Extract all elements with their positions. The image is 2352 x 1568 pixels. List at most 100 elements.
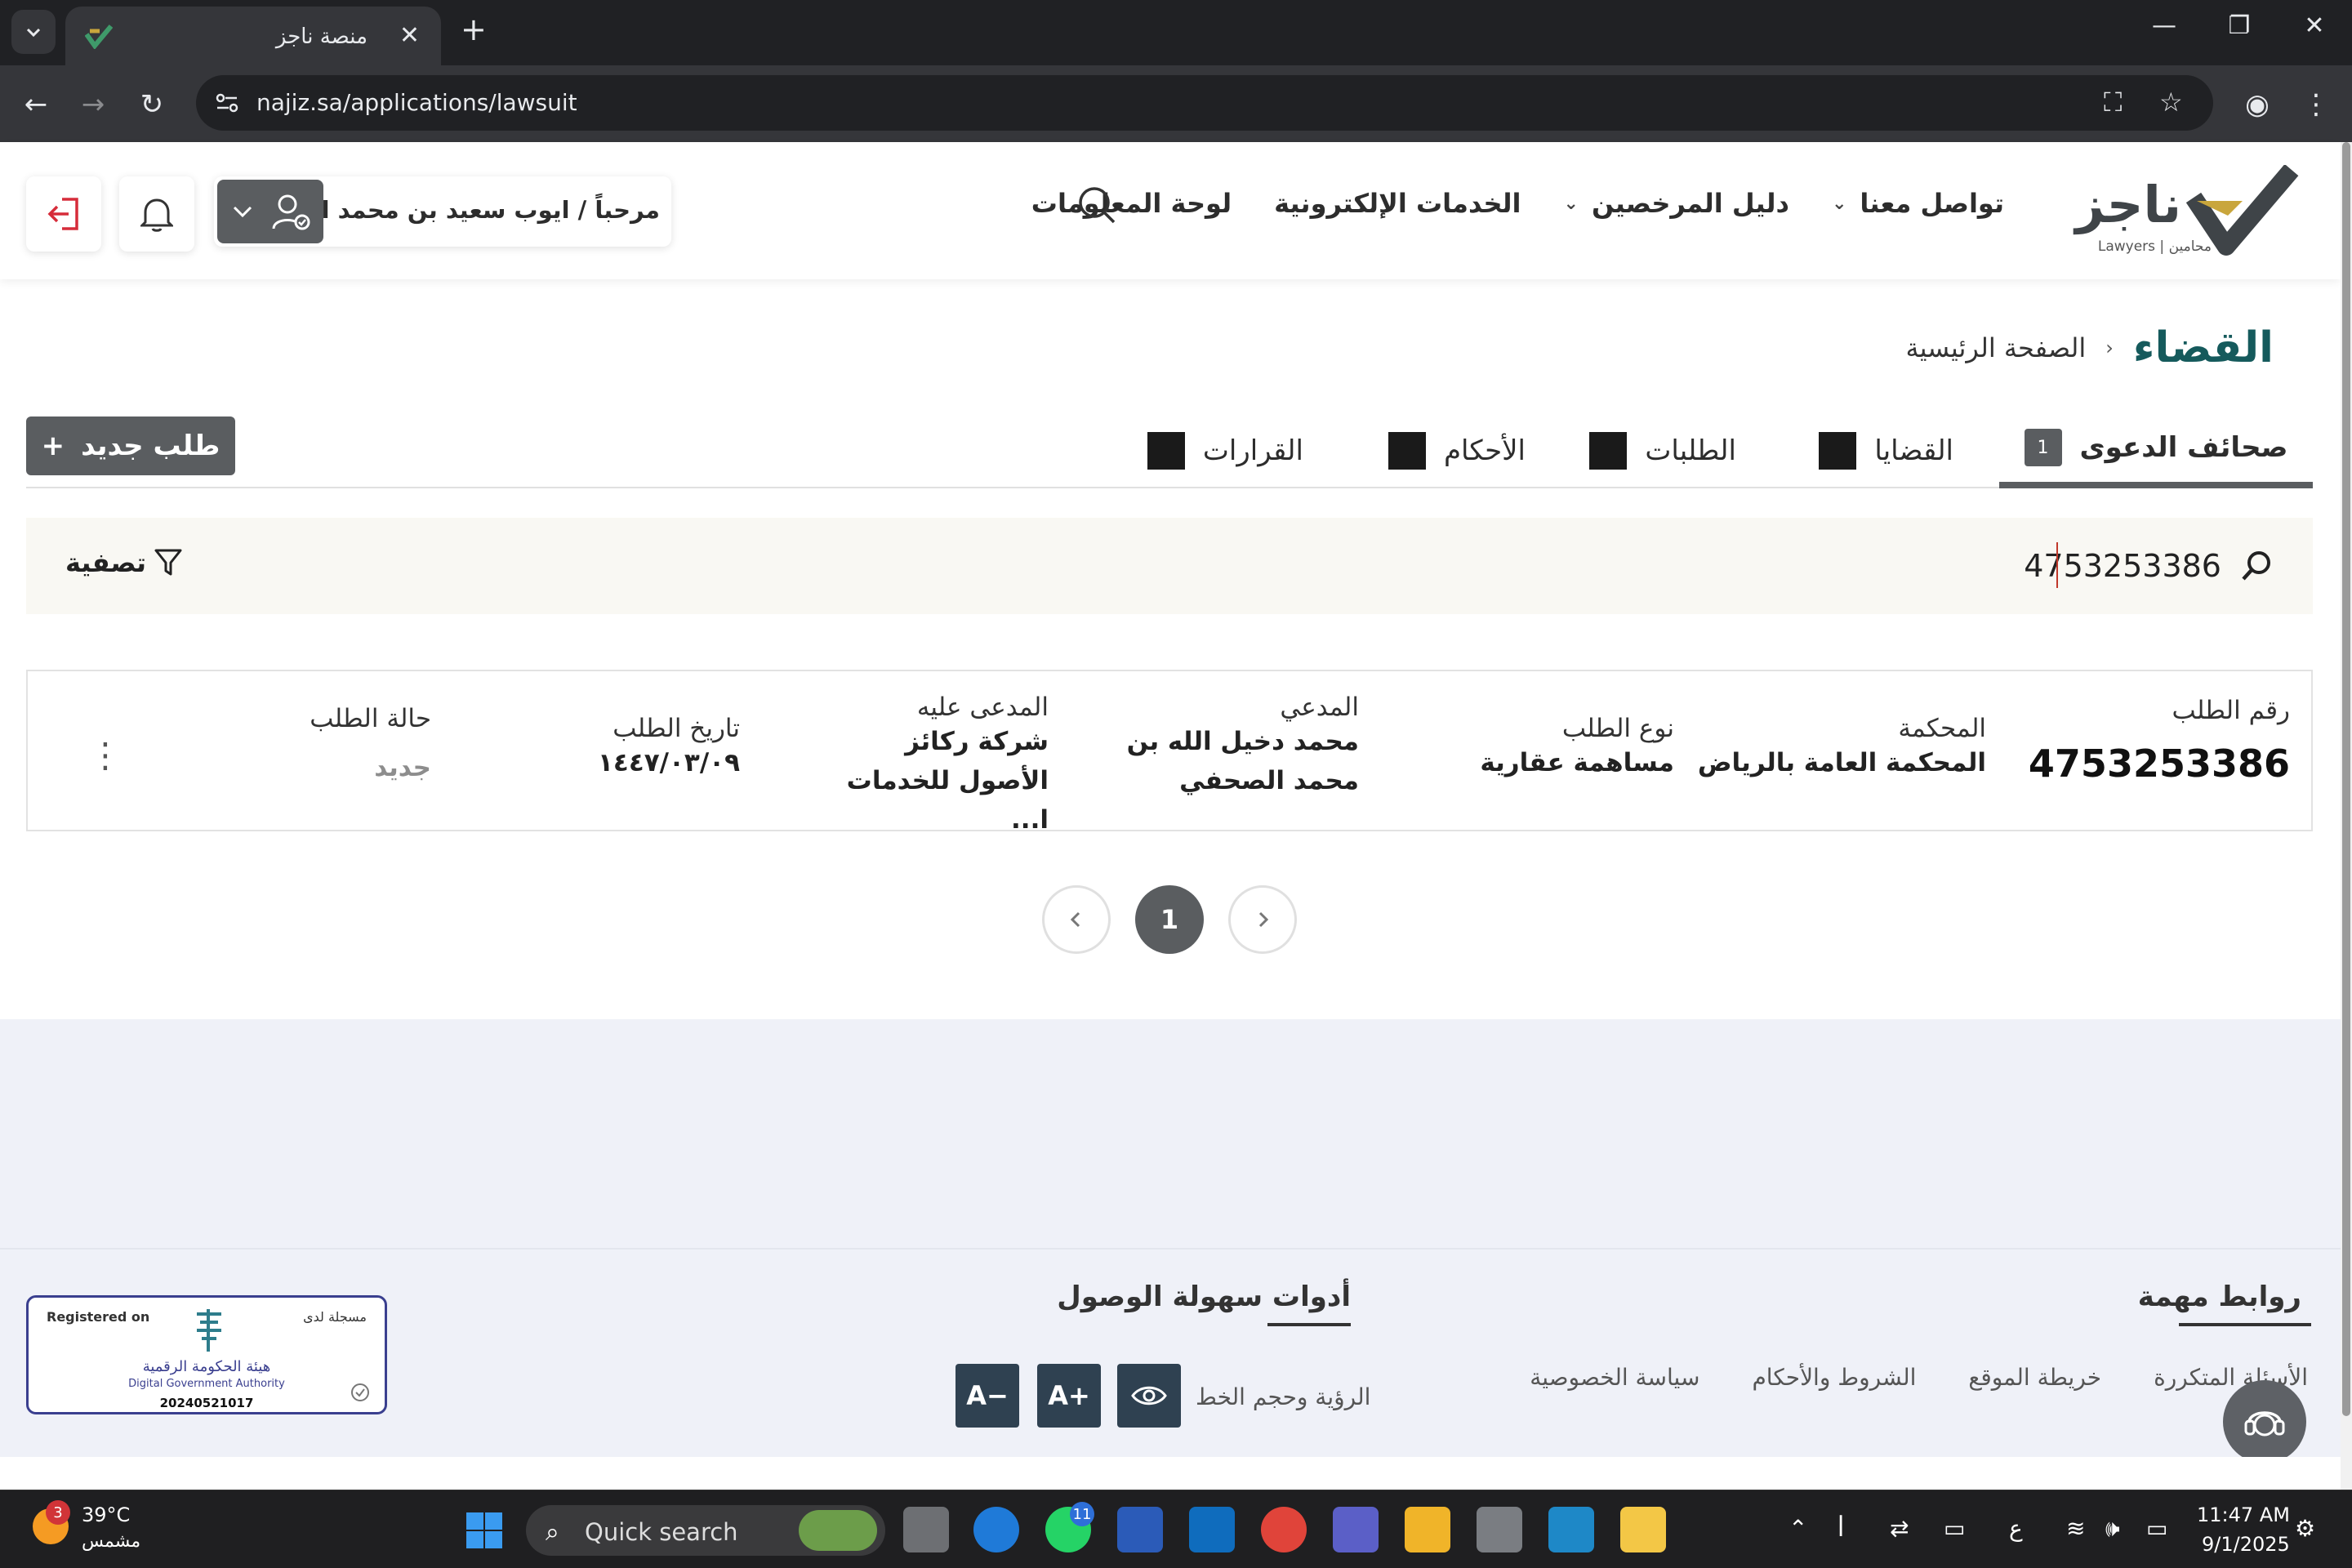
- nav-eservices[interactable]: الخدمات الإلكترونية: [1274, 188, 1521, 219]
- sitemap-link[interactable]: خريطة الموقع: [1968, 1364, 2101, 1391]
- terms-link[interactable]: الشروط والأحكام: [1752, 1364, 1916, 1391]
- tab-lawsuit-sheets[interactable]: صحائف الدعوى 1: [1999, 413, 2313, 488]
- sticky-notes-icon[interactable]: [1620, 1507, 1666, 1552]
- word-icon[interactable]: [1117, 1507, 1163, 1552]
- tab-requests[interactable]: الطلبات: [1589, 413, 1736, 488]
- najiz-logo[interactable]: ناجز Lawyers | محامين: [2075, 165, 2300, 260]
- eye-icon: [1131, 1386, 1167, 1405]
- battery-icon[interactable]: ▭: [2146, 1515, 2167, 1542]
- tab-count-badge: [1388, 432, 1426, 470]
- outlook-icon[interactable]: [1189, 1507, 1235, 1552]
- request-number-label: رقم الطلب: [2172, 696, 2290, 725]
- nav-contact-label: تواصل معنا: [1860, 188, 2004, 219]
- address-bar[interactable]: najiz.sa/applications/lawsuit ⛶ ☆: [196, 75, 2213, 131]
- camera-icon[interactable]: [1477, 1507, 1522, 1552]
- breadcrumb-home[interactable]: الصفحة الرئيسية: [1905, 332, 2086, 363]
- browser-menu-icon[interactable]: ⋮: [2298, 88, 2334, 121]
- search-icon[interactable]: [1076, 185, 1117, 225]
- nav-dashboard[interactable]: لوحة المعلومات: [1031, 188, 1232, 219]
- windows-start-icon[interactable]: [466, 1512, 503, 1549]
- forward-icon[interactable]: →: [75, 88, 111, 121]
- close-window-button[interactable]: ✕: [2290, 11, 2339, 40]
- request-type-column: نوع الطلب مساهمة عقارية: [1480, 714, 1674, 782]
- nav-licensees-label: دليل المرخصين: [1591, 188, 1789, 219]
- profile-icon[interactable]: ◉: [2239, 88, 2275, 121]
- cast-icon[interactable]: ▭: [1944, 1515, 1965, 1542]
- show-hidden-icons-icon[interactable]: ⌃: [1788, 1515, 1807, 1542]
- font-decrease-button[interactable]: A−: [956, 1364, 1019, 1428]
- settings-tray-icon[interactable]: ⇄: [1890, 1515, 1909, 1542]
- restore-button[interactable]: ❐: [2215, 11, 2264, 40]
- logout-button[interactable]: [26, 176, 101, 252]
- plaintiff-label: المدعي: [1280, 693, 1359, 722]
- taskbar-search-placeholder: Quick search: [585, 1518, 738, 1546]
- tab-cases[interactable]: القضايا: [1819, 413, 1953, 488]
- minimize-button[interactable]: —: [2140, 11, 2189, 40]
- task-view-icon[interactable]: [903, 1507, 949, 1552]
- site-footer: روابط مهمة سياسة الخصوصية الشروط والأحكا…: [0, 1248, 2341, 1457]
- clock-date[interactable]: 9/1/2025: [2202, 1533, 2290, 1556]
- wifi-icon[interactable]: ≋: [2066, 1515, 2085, 1542]
- section-tabs: صحائف الدعوى 1 القضايا الطلبات الأحكام ا…: [26, 413, 2313, 488]
- weather-description: مشمس: [82, 1531, 141, 1552]
- user-dropdown-button[interactable]: [217, 180, 323, 243]
- browser-toolbar: ← → ↻ najiz.sa/applications/lawsuit ⛶ ☆ …: [0, 65, 2352, 142]
- vision-toggle-button[interactable]: [1117, 1364, 1181, 1428]
- windows-taskbar: 3 39°C مشمس ⌕ Quick search 11 ⌃ ꟾ ⇄ ▭ ع …: [0, 1490, 2352, 1568]
- site-header: ناجز Lawyers | محامين لوحة المعلومات الخ…: [0, 142, 2341, 279]
- user-menu[interactable]: مرحباً / ايوب سعيد بن محمد القرني: [214, 176, 671, 247]
- new-tab-button[interactable]: +: [461, 13, 487, 46]
- volume-icon[interactable]: 🕪: [2105, 1515, 2120, 1543]
- page-scrollbar[interactable]: [2341, 142, 2352, 1490]
- tab-decisions-label: القرارات: [1202, 434, 1303, 467]
- teams-icon[interactable]: [1333, 1507, 1379, 1552]
- new-request-button[interactable]: طلب جديد +: [26, 416, 235, 475]
- nav-licensees-guide[interactable]: دليل المرخصين ⌄: [1564, 188, 1789, 219]
- privacy-policy-link[interactable]: سياسة الخصوصية: [1530, 1364, 1699, 1391]
- funnel-icon: [154, 549, 182, 576]
- more-options-icon[interactable]: ⋮: [88, 735, 122, 775]
- weather-temperature[interactable]: 39°C: [82, 1503, 130, 1526]
- request-card[interactable]: رقم الطلب 4753253386 المحكمة المحكمة الع…: [26, 670, 2313, 835]
- tab-judgments[interactable]: الأحكام: [1388, 413, 1526, 488]
- dga-registration-badge[interactable]: Registered on مسجلة لدى هيئة الحكومة الر…: [26, 1295, 387, 1414]
- site-info-icon[interactable]: [212, 88, 242, 118]
- support-chat-button[interactable]: [2223, 1380, 2306, 1463]
- back-icon[interactable]: ←: [18, 88, 54, 121]
- next-page-button[interactable]: [1228, 885, 1297, 954]
- main-nav: لوحة المعلومات الخدمات الإلكترونية دليل …: [1031, 188, 2004, 219]
- footer-links: سياسة الخصوصية الشروط والأحكام خريطة الم…: [1530, 1364, 2308, 1391]
- page-1-button[interactable]: 1: [1135, 885, 1204, 954]
- translate-icon[interactable]: ⛶: [2104, 87, 2122, 118]
- tab-decisions[interactable]: القرارات: [1147, 413, 1303, 488]
- request-type-label: نوع الطلب: [1561, 714, 1674, 743]
- filter-button[interactable]: تصفية: [65, 547, 182, 578]
- calculator-icon[interactable]: [1548, 1507, 1594, 1552]
- bookmark-star-icon[interactable]: ☆: [2159, 87, 2183, 118]
- clock-time[interactable]: 11:47 AM: [2197, 1503, 2290, 1526]
- edge-icon[interactable]: [973, 1507, 1019, 1552]
- request-number-value[interactable]: 4753253386: [2029, 742, 2290, 786]
- reload-icon[interactable]: ↻: [134, 88, 170, 121]
- notification-center-icon[interactable]: ⚙: [2295, 1515, 2315, 1542]
- tab-lawsuit-sheets-label: صحائف الدعوى: [2079, 431, 2288, 464]
- tab-close-icon[interactable]: ✕: [399, 21, 420, 50]
- plaintiff-value: محمد دخيل الله بن محمد الصحفي: [1126, 727, 1359, 795]
- chrome-icon[interactable]: [1261, 1507, 1307, 1552]
- app-tray-icon[interactable]: ꟾ: [1838, 1515, 1844, 1542]
- input-language[interactable]: ع: [2009, 1515, 2023, 1542]
- taskbar-search[interactable]: ⌕ Quick search: [526, 1505, 885, 1556]
- font-increase-button[interactable]: A+: [1037, 1364, 1101, 1428]
- request-type-value: مساهمة عقارية: [1480, 748, 1674, 777]
- file-explorer-icon[interactable]: [1405, 1507, 1450, 1552]
- nav-contact[interactable]: تواصل معنا ⌄: [1832, 188, 2004, 219]
- najiz-favicon-icon: [85, 24, 113, 49]
- search-icon[interactable]: [2239, 549, 2274, 583]
- browser-tab[interactable]: منصة ناجز ✕: [65, 7, 441, 65]
- previous-page-button[interactable]: [1042, 885, 1111, 954]
- tab-search-button[interactable]: [11, 10, 56, 54]
- scrollbar-thumb[interactable]: [2342, 142, 2350, 1416]
- request-search-input[interactable]: [1731, 541, 2221, 591]
- tab-title: منصة ناجز: [275, 24, 368, 49]
- notifications-button[interactable]: [119, 176, 194, 252]
